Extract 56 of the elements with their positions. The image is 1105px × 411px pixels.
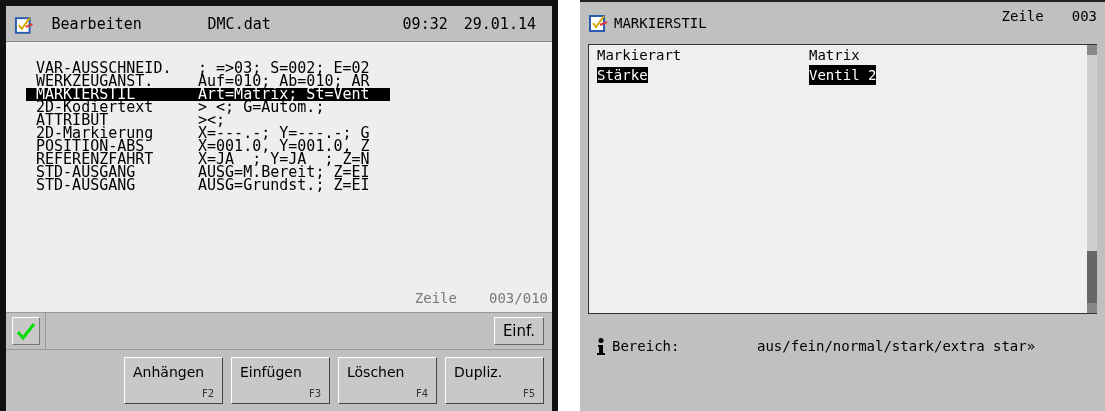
program-row[interactable]: REFERENZFAHRT X=JA ; Y=JA ; Z=N xyxy=(26,153,390,166)
confirm-button[interactable] xyxy=(11,317,40,345)
row-value: X=001.0, Y=001.0, Z xyxy=(198,140,370,153)
row-value: > <; G=Autom.; xyxy=(198,101,325,114)
line-number: 003 xyxy=(1071,6,1097,26)
info-icon xyxy=(596,337,606,356)
row-value: Auf=010; Ab=010; AR xyxy=(198,75,370,88)
edit-icon xyxy=(14,14,34,35)
row-label: MARKIERSTIL xyxy=(36,88,136,101)
function-key-button[interactable]: Dupliz. F5 xyxy=(445,357,544,404)
line-label: Zeile xyxy=(414,290,457,306)
row-label: VAR-AUSSCHNEID. xyxy=(36,62,173,75)
program-row[interactable]: WERKZEUGANST. Auf=010; Ab=010; AR xyxy=(26,75,390,88)
property-name[interactable]: Stärke xyxy=(597,65,809,85)
function-key-button[interactable]: Einfügen F3 xyxy=(231,357,330,404)
row-value: ; =>03; S=002; E=02 xyxy=(198,62,370,75)
property-value[interactable]: Ventil 2 xyxy=(809,65,877,85)
program-row[interactable]: STD-AUSGANG AUSG=M.Bereit; Z=EI xyxy=(26,166,390,179)
row-label: ATTRIBUT xyxy=(36,114,109,127)
info-value: aus/fein/normal/stark/extra star» xyxy=(757,337,1036,356)
line-counter: 003/010 xyxy=(489,290,548,306)
scrollbar[interactable] xyxy=(1087,45,1097,313)
check-icon xyxy=(15,322,36,340)
program-row[interactable]: POSITION-ABS X=001.0, Y=001.0, Z xyxy=(26,140,390,153)
property-name[interactable]: Markierart xyxy=(597,45,809,65)
row-label: STD-AUSGANG xyxy=(36,179,137,192)
file-name: DMC.dat xyxy=(207,14,272,36)
edit-icon xyxy=(588,13,608,33)
clock-time: 09:32 xyxy=(402,14,448,36)
line-label: Zeile xyxy=(1001,6,1044,26)
row-label: 2D-Markierung xyxy=(36,127,155,140)
function-key-button[interactable]: Löschen F4 xyxy=(338,357,437,404)
insert-button[interactable]: Einf. xyxy=(493,317,544,345)
row-label: STD-AUSGANG xyxy=(36,166,136,179)
row-value: X=---.-; Y=---.-; G xyxy=(198,127,370,140)
window-title: Bearbeiten xyxy=(51,14,143,36)
dialog-title: MARKIERSTIL xyxy=(614,13,707,33)
row-value: AUSG=Grundst.; Z=EI xyxy=(198,179,370,192)
program-row[interactable]: STD-AUSGANG AUSG=Grundst.; Z=EI xyxy=(26,179,390,192)
row-value: X=JA ; Y=JA ; Z=N xyxy=(198,153,370,166)
row-value: Art=Matrix; St=Vent xyxy=(198,88,370,101)
program-row[interactable]: MARKIERSTIL Art=Matrix; St=Vent xyxy=(26,88,390,101)
property-value[interactable]: Matrix xyxy=(809,45,860,65)
program-row[interactable]: ATTRIBUT ><; xyxy=(26,114,390,127)
info-label: Bereich: xyxy=(612,337,681,356)
row-label: WERKZEUGANST. xyxy=(36,75,154,88)
date-text: 29.01.14 xyxy=(463,14,536,36)
program-row[interactable]: VAR-AUSSCHNEID. ; =>03; S=002; E=02 xyxy=(26,62,390,75)
row-label: POSITION-ABS xyxy=(36,140,145,153)
row-value: ><; xyxy=(198,114,226,127)
program-row[interactable]: 2D-Markierung X=---.-; Y=---.-; G xyxy=(26,127,390,140)
program-row[interactable]: 2D-Kodiertext > <; G=Autom.; xyxy=(26,101,390,114)
row-label: REFERENZFAHRT xyxy=(36,153,155,166)
row-value: AUSG=M.Bereit; Z=EI xyxy=(198,166,370,179)
function-key-button[interactable]: Anhängen F2 xyxy=(124,357,223,404)
row-label: 2D-Kodiertext xyxy=(36,101,155,114)
